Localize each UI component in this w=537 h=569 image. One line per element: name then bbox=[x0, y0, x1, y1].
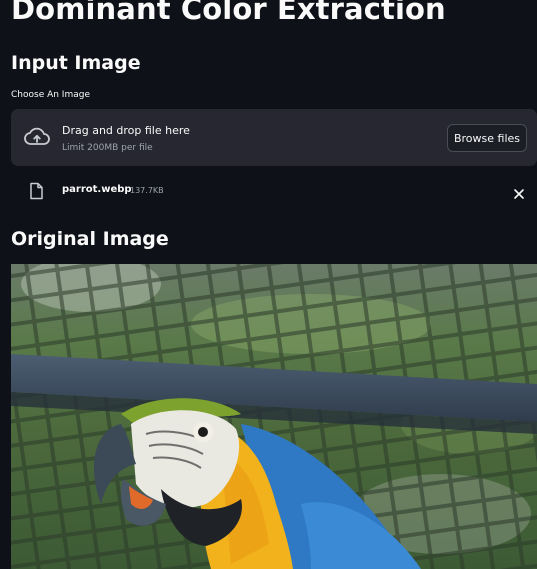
original-image-heading: Original Image bbox=[11, 228, 169, 250]
input-image-heading: Input Image bbox=[11, 52, 141, 74]
file-icon bbox=[28, 182, 44, 204]
browse-files-button[interactable]: Browse files bbox=[447, 124, 527, 152]
app-title: Dominant Color Extraction bbox=[11, 0, 446, 26]
close-icon[interactable] bbox=[513, 185, 525, 204]
file-name: parrot.webp bbox=[62, 184, 132, 195]
file-size: 137.7KB bbox=[130, 186, 164, 195]
uploader-label: Choose An Image bbox=[11, 90, 90, 100]
original-image bbox=[11, 264, 537, 569]
file-dropzone[interactable]: Drag and drop file here Limit 200MB per … bbox=[11, 109, 537, 166]
app-page: Dominant Color Extraction Input Image Ch… bbox=[0, 0, 537, 569]
dropzone-title: Drag and drop file here bbox=[62, 124, 190, 137]
cloud-upload-icon bbox=[24, 127, 50, 151]
uploaded-file-row: parrot.webp 137.7KB bbox=[28, 180, 528, 202]
dropzone-limit: Limit 200MB per file bbox=[62, 143, 153, 153]
